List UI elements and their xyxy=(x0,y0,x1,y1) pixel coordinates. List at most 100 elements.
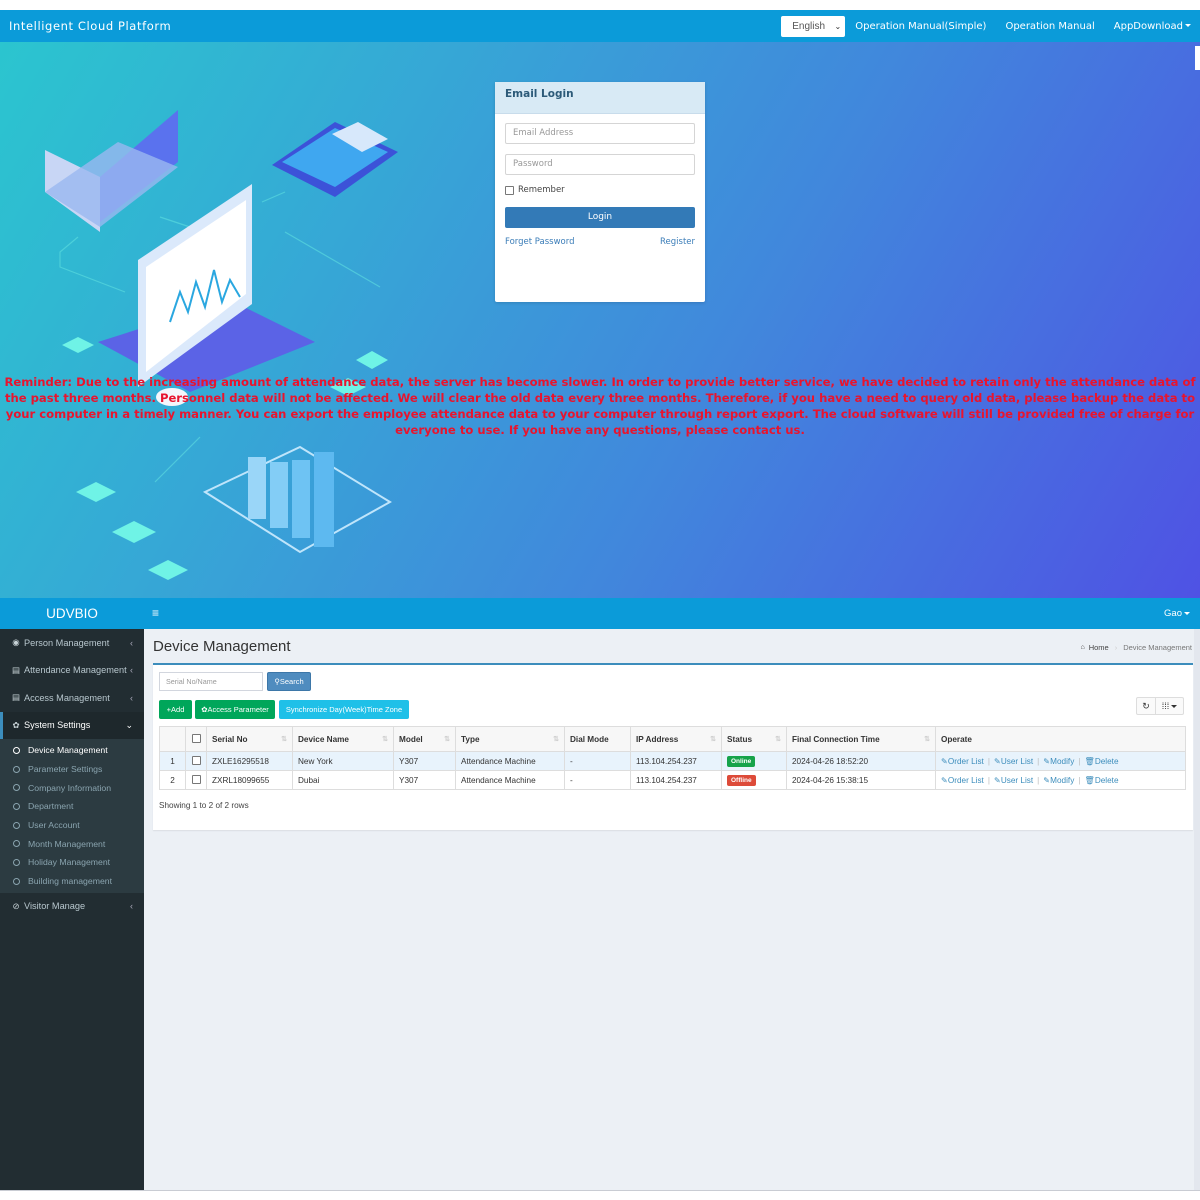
circle-icon xyxy=(13,840,20,848)
modify-link[interactable]: ✎Modify xyxy=(1043,776,1074,785)
columns-menu[interactable]: ⁞⁞⁞ xyxy=(1156,697,1184,715)
access-parameter-button[interactable]: ✿Access Parameter xyxy=(195,700,275,719)
modify-label: Modify xyxy=(1050,756,1075,766)
status-cell: Online xyxy=(721,751,787,771)
edit-icon: ✎ xyxy=(941,756,948,766)
col-dial-mode[interactable]: Dial Mode xyxy=(564,726,631,752)
circle-icon xyxy=(13,746,20,754)
col-final-connection-time[interactable]: Final Connection Time ⇅ xyxy=(786,726,936,752)
submenu-month-management[interactable]: Month Management xyxy=(0,834,144,853)
register-link[interactable]: Register xyxy=(660,237,695,247)
submenu-company-information[interactable]: Company Information xyxy=(0,778,144,797)
col-status[interactable]: Status ⇅ xyxy=(721,726,787,752)
sidebar-item-access-management[interactable]: ▤ Access Management ‹ xyxy=(0,684,144,712)
col-type[interactable]: Type ⇅ xyxy=(455,726,565,752)
column-label: IP Address xyxy=(636,734,679,744)
sidebar-item-visitor-manage[interactable]: ⊘ Visitor Manage ‹ xyxy=(0,893,144,920)
modify-label: Modify xyxy=(1050,775,1075,785)
operation-manual-link[interactable]: Operation Manual xyxy=(1005,21,1094,32)
user-menu[interactable]: Gao xyxy=(1164,598,1190,629)
submenu-parameter-settings[interactable]: Parameter Settings xyxy=(0,760,144,779)
chevron-down-icon: ⌄ xyxy=(834,21,842,31)
modify-link[interactable]: ✎Modify xyxy=(1043,757,1074,766)
admin-topbar: UDVBIO ≡ Gao xyxy=(0,598,1200,629)
order-list-link[interactable]: ✎Order List xyxy=(941,776,984,785)
laptop-icon xyxy=(45,110,178,232)
delete-link[interactable]: 🗑Delete xyxy=(1084,776,1118,785)
user-list-link[interactable]: ✎User List xyxy=(994,776,1033,785)
password-input[interactable]: Password xyxy=(505,154,695,175)
sidebar-item-attendance-management[interactable]: ▤ Attendance Management ‹ xyxy=(0,657,144,685)
table-row[interactable]: 2 ZXRL18099655 Dubai Y307 Attendance Mac… xyxy=(159,770,1186,790)
user-circle-icon: ◉ xyxy=(12,637,20,648)
scroll-tab[interactable] xyxy=(1195,46,1200,70)
trash-icon: 🗑 xyxy=(1084,756,1095,766)
breadcrumb-home[interactable]: Home xyxy=(1089,643,1109,652)
row-index: 2 xyxy=(159,770,186,790)
submenu-label: Device Management xyxy=(28,745,108,756)
delete-link[interactable]: 🗑Delete xyxy=(1084,757,1118,766)
circle-icon xyxy=(13,858,20,866)
remember-checkbox[interactable] xyxy=(505,185,514,195)
submenu-user-account[interactable]: User Account xyxy=(0,816,144,835)
caret-down-icon xyxy=(1185,24,1191,27)
submenu-device-management[interactable]: Device Management xyxy=(0,741,144,760)
login-button[interactable]: Login xyxy=(505,207,695,228)
search-button[interactable]: ⚲Search xyxy=(267,672,311,691)
add-device-button[interactable]: +Add xyxy=(159,700,192,719)
sidebar: ◉ Person Management ‹ ▤ Attendance Manag… xyxy=(0,629,144,1190)
device-list-box: Serial No/Name ⚲Search +Add ✿Access Para… xyxy=(153,663,1193,830)
submenu-department[interactable]: Department xyxy=(0,797,144,816)
refresh-icon[interactable]: ↻ xyxy=(1136,697,1156,715)
col-ip-address[interactable]: IP Address ⇅ xyxy=(630,726,722,752)
edit-icon: ✎ xyxy=(993,775,1001,785)
forget-password-link[interactable]: Forget Password xyxy=(505,237,575,247)
login-topbar: Intelligent Cloud Platform English ⌄ Ope… xyxy=(0,10,1200,42)
email-input[interactable]: Email Address xyxy=(505,123,695,144)
submenu-building-management[interactable]: Building management xyxy=(0,872,144,891)
serial-search-input[interactable]: Serial No/Name xyxy=(159,672,263,691)
scrollbar[interactable] xyxy=(1194,629,1200,1190)
column-label: Status xyxy=(727,734,753,744)
sync-timezone-button[interactable]: Synchronize Day(Week)Time Zone xyxy=(279,700,409,719)
edit-icon: ✎ xyxy=(993,756,1001,766)
col-device-name[interactable]: Device Name ⇅ xyxy=(292,726,394,752)
grid-icon: ⁞⁞⁞ xyxy=(1161,701,1170,711)
language-select[interactable]: English ⌄ xyxy=(781,15,846,37)
operation-manual-simple-link[interactable]: Operation Manual(Simple) xyxy=(855,21,986,32)
sort-icon: ⇅ xyxy=(924,736,930,743)
col-serial-no[interactable]: Serial No ⇅ xyxy=(206,726,293,752)
dial-mode: - xyxy=(564,751,631,771)
column-label: Operate xyxy=(941,734,972,744)
select-all-checkbox[interactable] xyxy=(191,733,201,743)
circle-icon xyxy=(13,784,20,792)
row-checkbox[interactable] xyxy=(191,774,201,784)
submenu-label: User Account xyxy=(28,820,80,831)
sort-icon: ⇅ xyxy=(553,736,559,743)
sidebar-item-label: Person Management xyxy=(24,637,110,648)
status-badge: Offline xyxy=(727,774,756,786)
row-checkbox[interactable] xyxy=(191,755,201,765)
user-list-link[interactable]: ✎User List xyxy=(994,757,1033,766)
sidebar-item-label: Visitor Manage xyxy=(24,901,86,911)
app-logo[interactable]: UDVBIO xyxy=(0,598,144,629)
sidebar-item-label: Attendance Management xyxy=(24,665,127,676)
order-list-link[interactable]: ✎Order List xyxy=(941,757,984,766)
gear-icon: ✿ xyxy=(12,719,20,730)
select-all-header xyxy=(185,726,207,752)
page-title: Device Management xyxy=(153,638,291,655)
circle-icon xyxy=(13,802,20,810)
row-index: 1 xyxy=(159,751,186,771)
col-model[interactable]: Model ⇅ xyxy=(393,726,456,752)
separator: | xyxy=(987,756,990,766)
app-download-label: AppDownload xyxy=(1113,20,1183,32)
sidebar-item-person-management[interactable]: ◉ Person Management ‹ xyxy=(0,629,144,657)
check-circle-icon: ⊘ xyxy=(12,900,20,911)
sidebar-item-system-settings[interactable]: ✿ System Settings ⌄ xyxy=(0,711,144,739)
submenu-holiday-management[interactable]: Holiday Management xyxy=(0,853,144,872)
status-cell: Offline xyxy=(721,770,787,790)
login-card-title: Email Login xyxy=(495,82,705,114)
app-download-menu[interactable]: AppDownload xyxy=(1114,21,1191,32)
table-row[interactable]: 1 ZXLE16295518 New York Y307 Attendance … xyxy=(159,751,1186,771)
hamburger-menu-icon[interactable]: ≡ xyxy=(152,606,159,620)
